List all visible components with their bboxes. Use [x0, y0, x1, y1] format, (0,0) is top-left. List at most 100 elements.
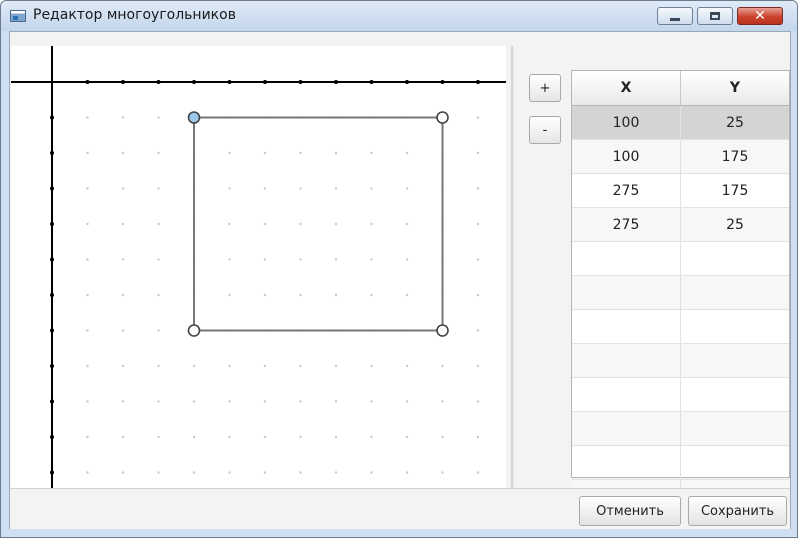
cell-x[interactable] [572, 378, 680, 411]
grid-dot [157, 329, 160, 332]
grid-dot [86, 400, 89, 403]
grid-dot [228, 364, 231, 368]
grid-dot [121, 187, 125, 190]
grid-dot [370, 400, 373, 403]
grid-dot [299, 258, 302, 261]
remove-vertex-button[interactable]: - [529, 116, 561, 144]
cell-y[interactable]: 25 [680, 106, 789, 139]
table-row[interactable] [572, 412, 789, 446]
cell-x[interactable] [572, 242, 680, 275]
x-axis-tick [121, 80, 125, 84]
table-row[interactable]: 100 25 [572, 106, 789, 140]
grid-dot [121, 151, 125, 155]
cell-x[interactable]: 100 [572, 140, 680, 173]
table-row[interactable] [572, 378, 789, 412]
grid-dot [121, 258, 125, 261]
grid-dot [192, 400, 196, 403]
cell-y[interactable] [680, 344, 789, 377]
grid-dot [441, 471, 444, 474]
grid-dot [86, 151, 89, 155]
grid-dot [299, 400, 302, 403]
grid-dot [441, 400, 444, 403]
table-row[interactable] [572, 446, 789, 480]
column-header-x[interactable]: X [572, 71, 680, 105]
polygon-vertex-handle[interactable] [436, 111, 449, 124]
grid-dot [157, 435, 160, 439]
grid-dot [228, 400, 231, 403]
table-row[interactable] [572, 310, 789, 344]
close-icon: ✕ [754, 8, 766, 24]
grid-dot [370, 222, 373, 226]
drawing-canvas[interactable] [11, 46, 506, 510]
grid-dot [405, 400, 409, 403]
cell-x[interactable]: 275 [572, 174, 680, 207]
grid-dot [476, 293, 480, 297]
grid-dot [370, 258, 373, 261]
grid-dot [121, 400, 125, 403]
cell-y[interactable]: 25 [680, 208, 789, 241]
grid-dot [157, 471, 160, 474]
grid-dot [121, 116, 125, 119]
grid-dot [86, 293, 89, 297]
cancel-button[interactable]: Отменить [579, 496, 681, 526]
cell-y[interactable]: 175 [680, 140, 789, 173]
cell-x[interactable]: 100 [572, 106, 680, 139]
save-button[interactable]: Сохранить [688, 496, 787, 526]
cell-y[interactable] [680, 378, 789, 411]
grid-dot [405, 258, 409, 261]
table-header: X Y [572, 71, 789, 106]
grid-dot [86, 435, 89, 439]
grid-dot [263, 293, 267, 297]
minimize-button[interactable] [657, 7, 693, 25]
polygon-editor-window: Редактор многоугольников ✕ + - X Y 100 25… [0, 0, 798, 538]
grid-dot [228, 187, 231, 190]
vertex-table: X Y 100 25 100 175 275 175 275 25 [571, 70, 790, 514]
cell-y[interactable] [680, 310, 789, 343]
grid-dot [228, 222, 231, 226]
cell-x[interactable] [572, 412, 680, 445]
maximize-button[interactable] [697, 7, 733, 25]
grid-dot [299, 293, 302, 297]
column-header-y[interactable]: Y [680, 71, 789, 105]
cell-y[interactable]: 175 [680, 174, 789, 207]
grid-dot [86, 329, 89, 332]
cell-x[interactable] [572, 310, 680, 343]
y-axis-tick [50, 328, 54, 333]
grid-dot [334, 364, 338, 368]
cell-y[interactable] [680, 242, 789, 275]
canvas-svg[interactable] [11, 46, 506, 510]
add-vertex-button[interactable]: + [529, 74, 561, 102]
grid-dot [334, 151, 338, 155]
grid-dot [299, 187, 302, 190]
grid-dot [263, 258, 267, 261]
title-bar[interactable]: Редактор многоугольников ✕ [1, 1, 797, 31]
x-axis-tick [156, 80, 161, 84]
cell-y[interactable] [680, 446, 789, 479]
table-row[interactable] [572, 344, 789, 378]
cell-x[interactable] [572, 276, 680, 309]
cell-x[interactable] [572, 344, 680, 377]
grid-dot [263, 364, 267, 368]
minimize-icon [670, 17, 680, 21]
polygon-vertex-handle[interactable] [187, 111, 201, 124]
grid-dot [263, 187, 267, 190]
grid-dot [370, 187, 373, 190]
table-row[interactable]: 100 175 [572, 140, 789, 174]
cell-y[interactable] [680, 276, 789, 309]
table-row[interactable]: 275 175 [572, 174, 789, 208]
table-row[interactable] [572, 276, 789, 310]
table-row[interactable]: 275 25 [572, 208, 789, 242]
cell-x[interactable]: 275 [572, 208, 680, 241]
cell-y[interactable] [680, 412, 789, 445]
close-button[interactable]: ✕ [737, 7, 783, 25]
table-row[interactable] [572, 242, 789, 276]
polygon-vertex-handle[interactable] [436, 324, 449, 337]
grid-dot [121, 364, 125, 368]
grid-dot [299, 151, 302, 155]
split-divider[interactable] [511, 46, 514, 488]
y-axis-tick [50, 399, 54, 404]
polygon-vertex-handle[interactable] [187, 324, 201, 337]
cell-x[interactable] [572, 446, 680, 479]
grid-dot [157, 151, 160, 155]
app-icon [10, 10, 26, 22]
